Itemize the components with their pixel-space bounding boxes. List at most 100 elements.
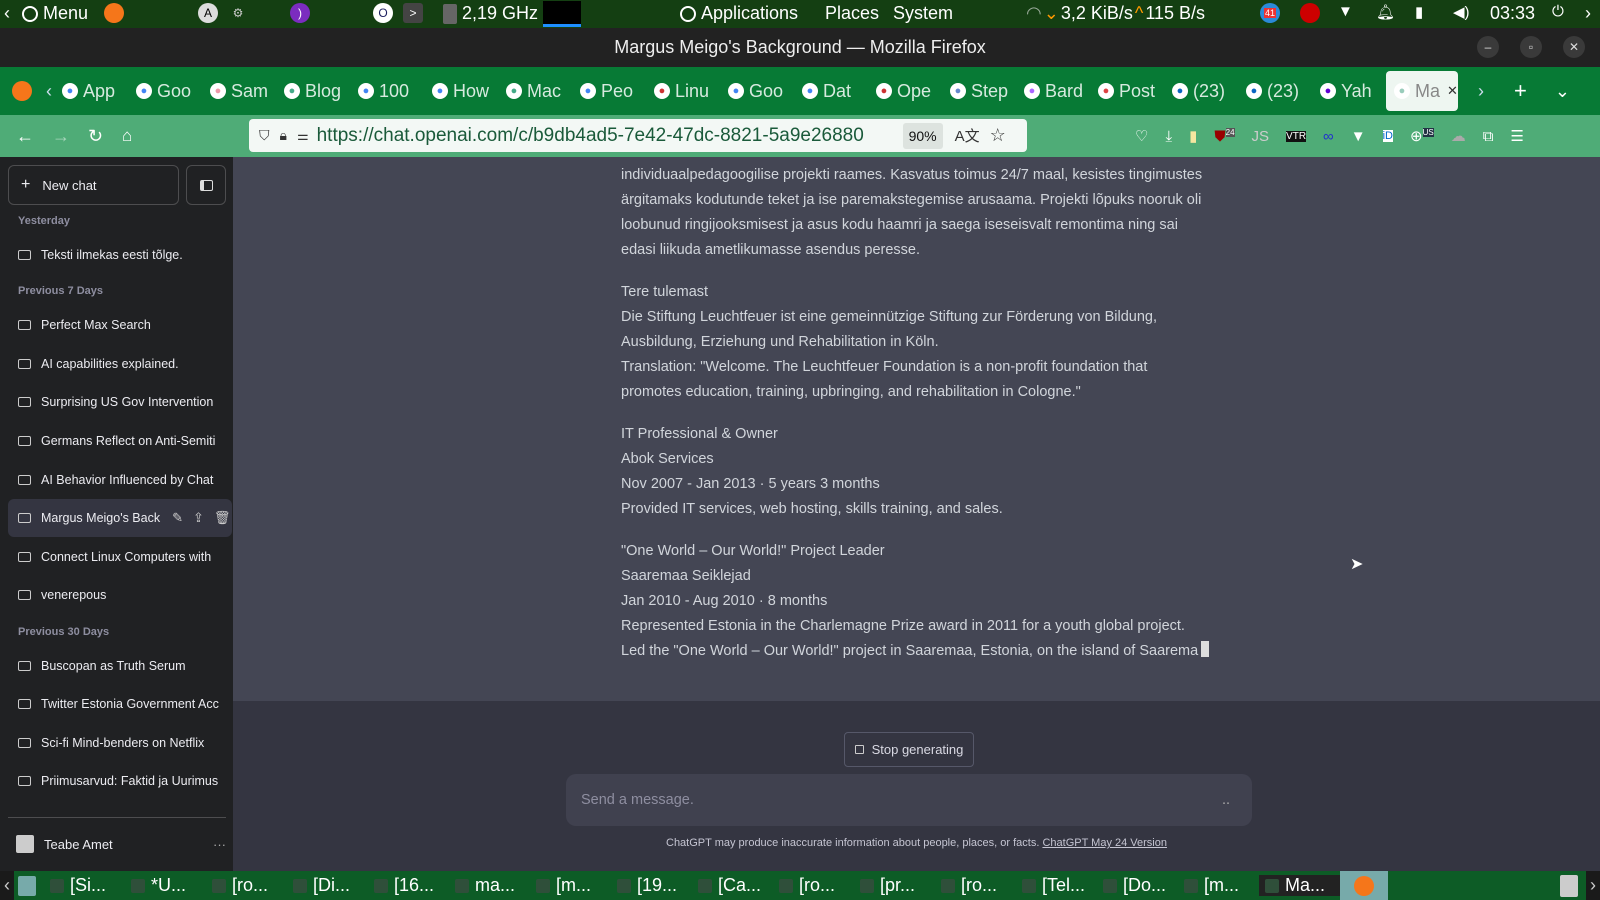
tab[interactable]: ● Sam [202, 81, 276, 102]
taskbar-scroll-right[interactable]: › [1586, 871, 1600, 900]
taskbar-window-button[interactable]: [ro... [773, 875, 854, 896]
sidebar-chat-item[interactable]: Surprising US Gov Intervention [8, 383, 232, 421]
user-menu[interactable]: Teabe Amet ··· [16, 827, 226, 861]
sidebar-chat-item[interactable]: venerepous [8, 576, 232, 614]
taskbar-window-button[interactable]: [Di... [287, 875, 368, 896]
delete-icon[interactable]: 🗑︎ [214, 510, 231, 526]
places-menu[interactable]: Places [825, 3, 879, 24]
trash-icon[interactable] [1560, 874, 1578, 897]
permissions-icon[interactable]: ⚌ [297, 128, 309, 144]
cloud-icon[interactable]: ☁ [1451, 127, 1466, 145]
menu-hamburger-icon[interactable]: ☰ [1510, 127, 1523, 145]
taskbar-firefox-active[interactable] [1340, 871, 1388, 900]
tab[interactable]: ● How [424, 81, 498, 102]
link-icon[interactable]: ∞ [1323, 128, 1334, 145]
tab[interactable]: ● Ope [868, 81, 942, 102]
record-icon[interactable] [1300, 3, 1320, 23]
taskbar-window-button[interactable]: [m... [530, 875, 611, 896]
tab[interactable]: ● (23) [1238, 81, 1312, 102]
panel-right-arrow[interactable]: › [1585, 3, 1591, 24]
tab[interactable]: ● Peo [572, 81, 646, 102]
more-icon[interactable]: ··· [213, 837, 226, 852]
translate-icon[interactable]: A文 [955, 125, 980, 146]
tab[interactable]: ● Yah [1312, 81, 1386, 102]
tor-icon[interactable]: ) [290, 3, 310, 23]
notes-icon[interactable]: ▮ [1189, 127, 1197, 145]
reload-button[interactable]: ↻ [88, 126, 103, 147]
sidebar-chat-item[interactable]: Twitter Estonia Government Acc [8, 685, 232, 723]
show-desktop-icon[interactable] [18, 875, 36, 896]
sidebar-chat-item[interactable]: Buscopan as Truth Serum [8, 647, 232, 685]
close-window-button[interactable]: ✕ [1563, 36, 1585, 58]
js-icon[interactable]: JS [1252, 128, 1270, 145]
menu-button[interactable]: Menu [22, 3, 88, 24]
sidebar-chat-item[interactable]: AI Behavior Influenced by Chat [8, 461, 232, 499]
taskbar-window-button[interactable]: [19... [611, 875, 692, 896]
globe-icon[interactable]: ⊕US [1410, 127, 1434, 145]
sidebar-chat-item[interactable]: Germans Reflect on Anti-Semiti [8, 422, 232, 460]
tab[interactable]: ● Mac [498, 81, 572, 102]
taskbar-window-button[interactable]: [Do... [1097, 875, 1178, 896]
volume-icon[interactable]: ◀) [1453, 3, 1470, 21]
sidebar-chat-item[interactable]: Priimusarvud: Faktid ja Uurimus [8, 762, 232, 800]
tab[interactable]: ● Blog [276, 81, 350, 102]
power-icon[interactable]: ⏻ [1552, 3, 1564, 20]
bell-icon[interactable]: 🔔︎ [1376, 3, 1395, 21]
tab[interactable]: ● Goo [720, 81, 794, 102]
taskbar-scroll-left[interactable]: ‹ [0, 871, 14, 900]
home-button[interactable]: ⌂ [122, 126, 132, 146]
wifi-tray-icon[interactable]: ▼ [1338, 3, 1353, 20]
toggle-sidebar-button[interactable] [186, 165, 226, 205]
tab[interactable]: ● Dat [794, 81, 868, 102]
list-tabs-button[interactable]: ⌄ [1555, 81, 1570, 102]
tab[interactable]: ● Bard [1016, 81, 1090, 102]
url-bar[interactable]: ⛉ 🔒︎ ⚌ https://chat.openai.com/c/b9db4ad… [249, 119, 1027, 152]
taskbar-window-button[interactable]: [m... [1178, 875, 1259, 896]
forward-button[interactable]: → [52, 126, 70, 147]
taskbar-window-button[interactable]: Ma... [1259, 875, 1340, 896]
new-tab-button[interactable]: + [1514, 78, 1527, 104]
taskbar-window-button[interactable]: *U... [125, 875, 206, 896]
tab[interactable]: ● 100 [350, 81, 424, 102]
minimize-button[interactable]: – [1477, 36, 1499, 58]
battery-icon[interactable]: ▮ [1415, 3, 1423, 21]
maximize-button[interactable]: ▫ [1520, 36, 1542, 58]
tab[interactable]: ● (23) [1164, 81, 1238, 102]
version-link[interactable]: ChatGPT May 24 Version [1042, 837, 1167, 849]
sidebar-chat-item[interactable]: Connect Linux Computers with [8, 538, 232, 576]
sidebar-chat-item[interactable]: Teksti ilmekas eesti tõlge. [8, 236, 232, 274]
bookmark-star-icon[interactable]: ☆ [990, 125, 1006, 146]
terminal-icon[interactable]: > [403, 3, 423, 23]
tabs-scroll-left[interactable]: ‹ [46, 81, 52, 102]
close-tab-icon[interactable]: ✕ [1447, 83, 1458, 99]
taskbar-window-button[interactable]: [ro... [206, 875, 287, 896]
tab[interactable]: ● Goo [128, 81, 202, 102]
taskbar-window-button[interactable]: [Si... [44, 875, 125, 896]
panel-left-arrow[interactable]: ‹ [4, 3, 10, 24]
share-icon[interactable]: ⇪ [193, 510, 204, 526]
ublock-icon[interactable]: ⛊24 [1214, 127, 1235, 145]
taskbar-window-button[interactable]: ma... [449, 875, 530, 896]
firefox-view-icon[interactable] [12, 81, 32, 101]
firefox-launcher-icon[interactable] [104, 3, 124, 23]
sidebar-chat-item-selected[interactable]: Margus Meigo's Back ✎ ⇪ 🗑︎ [8, 499, 232, 537]
tab[interactable]: ● App [54, 81, 128, 102]
tab[interactable]: ● Step [942, 81, 1016, 102]
tab[interactable]: ● Post [1090, 81, 1164, 102]
pocket-icon[interactable]: ♡ [1135, 127, 1148, 145]
system-menu[interactable]: System [893, 3, 953, 24]
taskbar-window-button[interactable]: [pr... [854, 875, 935, 896]
vpn-icon[interactable]: ▼ [1351, 128, 1366, 145]
telegram-icon[interactable]: 41 [1260, 3, 1280, 23]
new-chat-button[interactable]: + New chat [8, 165, 179, 205]
message-input[interactable]: Send a message... [566, 774, 1252, 826]
gears-icon[interactable]: ⚙ [228, 3, 248, 23]
sidebar-chat-item[interactable]: Perfect Max Search [8, 306, 232, 344]
tab[interactable]: ● Linu [646, 81, 720, 102]
zoom-level[interactable]: 90% [902, 122, 943, 149]
id-icon[interactable]: iD [1382, 130, 1393, 142]
shield-icon[interactable]: ⛉ [259, 127, 270, 144]
lock-icon[interactable]: 🔒︎ [280, 127, 287, 144]
download-icon[interactable]: ⤓ [1165, 128, 1172, 145]
taskbar-window-button[interactable]: [16... [368, 875, 449, 896]
